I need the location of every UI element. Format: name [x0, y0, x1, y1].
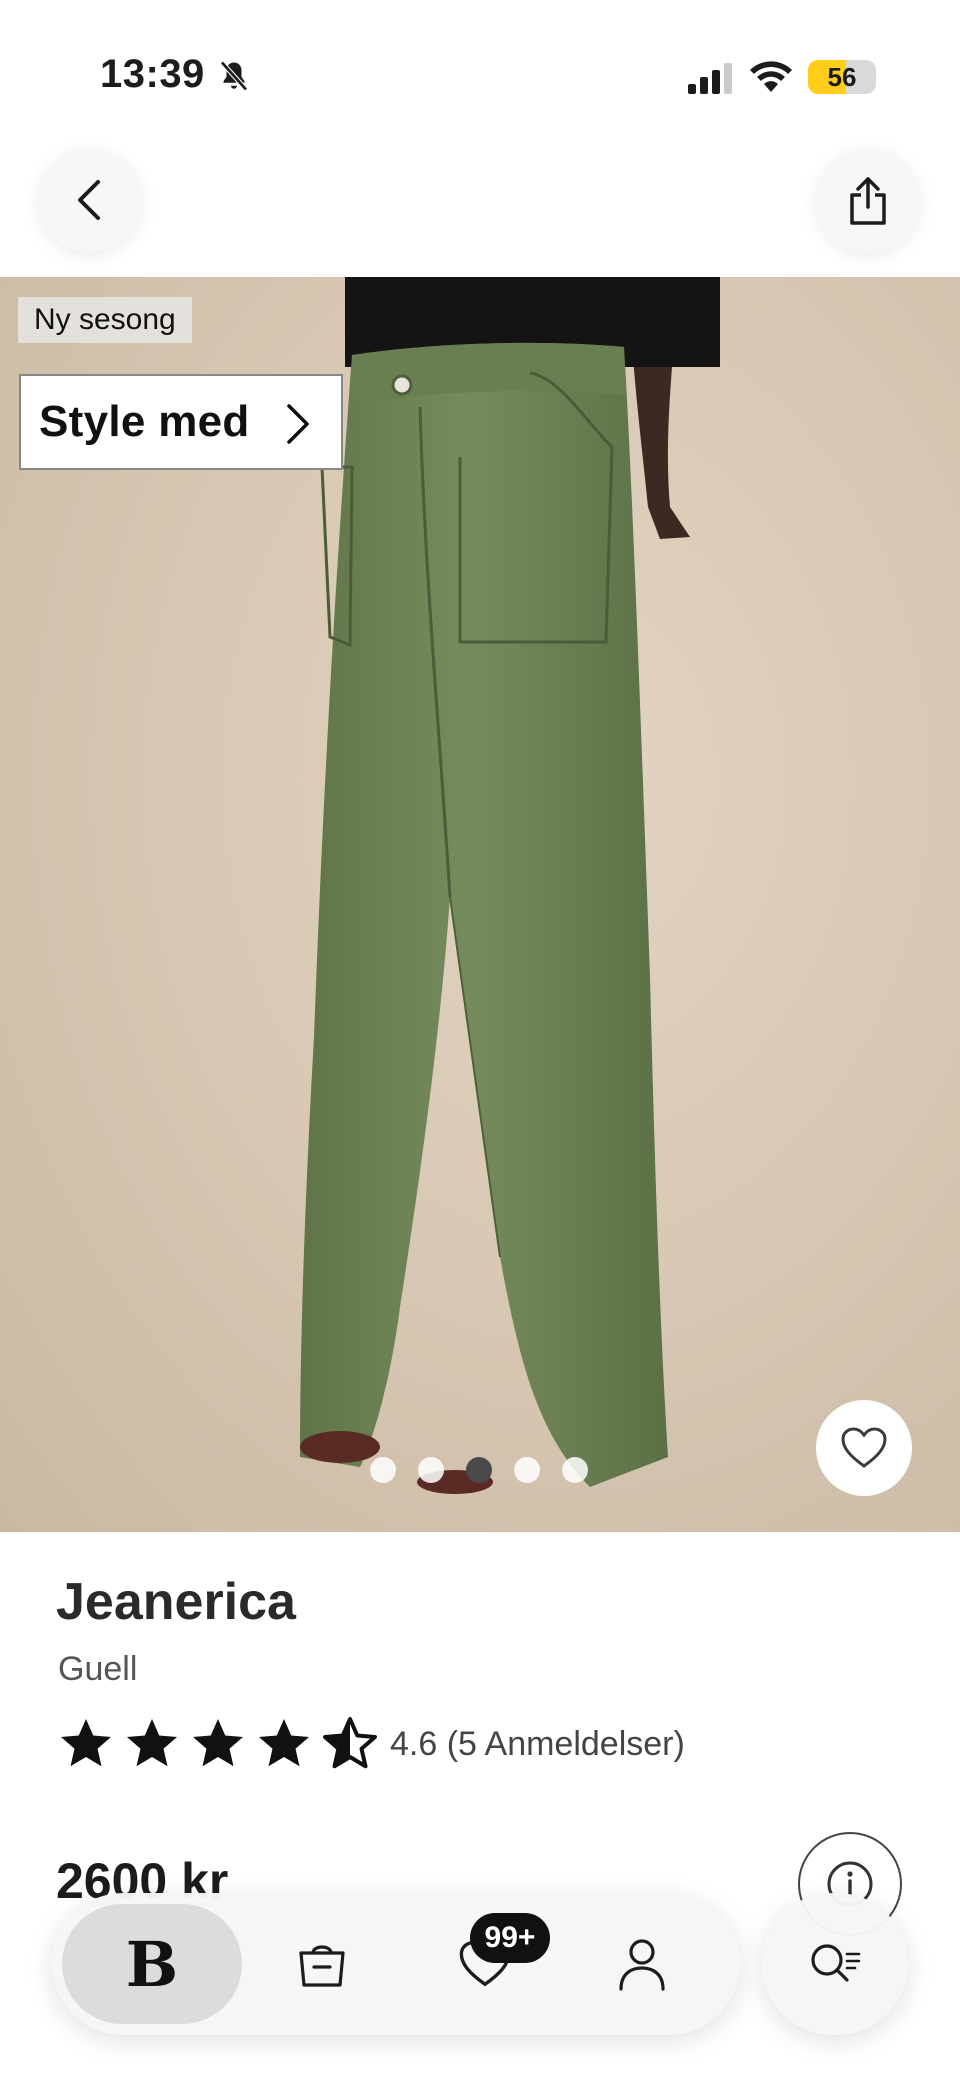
style-with-label: Style med: [39, 397, 250, 446]
carousel-dot[interactable]: [418, 1457, 444, 1483]
back-button[interactable]: [38, 148, 142, 252]
battery-level: 56: [827, 61, 857, 92]
carousel-indicator[interactable]: [370, 1457, 588, 1483]
person-icon: [619, 1939, 665, 1991]
carousel-dot[interactable]: [514, 1457, 540, 1483]
star-full-icon: [193, 1719, 243, 1767]
carousel-dot[interactable]: [370, 1457, 396, 1483]
product-image-carousel[interactable]: Ny sesong Style med: [0, 277, 960, 1532]
product-brand[interactable]: Jeanerica: [56, 1572, 296, 1632]
wifi-icon: [750, 61, 792, 92]
new-season-badge: Ny sesong: [18, 297, 192, 343]
carousel-dot[interactable]: [466, 1457, 492, 1483]
search-list-icon: [811, 1944, 861, 1982]
star-full-icon: [259, 1719, 309, 1767]
bell-slash-icon: [220, 60, 248, 92]
carousel-dot[interactable]: [562, 1457, 588, 1483]
share-button[interactable]: [816, 148, 920, 252]
share-icon: [850, 177, 886, 225]
search-button[interactable]: [762, 1893, 908, 2035]
heart-outline-icon: [841, 1427, 887, 1468]
chevron-left-icon: [78, 180, 100, 220]
home-logo: B: [125, 1927, 179, 2001]
bottom-tab-bar: B 99+: [52, 1893, 740, 2035]
product-color: Guell: [58, 1650, 138, 1688]
star-full-icon: [127, 1719, 177, 1767]
style-with-button[interactable]: Style med: [19, 374, 343, 470]
tab-home[interactable]: B: [62, 1904, 242, 2024]
rating-row[interactable]: 4.6 (5 Anmeldelser): [56, 1714, 685, 1774]
tab-bag[interactable]: [272, 1904, 372, 2024]
star-half-icon: [323, 1717, 377, 1769]
cellular-signal-icon: [688, 63, 732, 94]
battery-icon: 56: [808, 60, 876, 94]
rating-text: 4.6 (5 Anmeldelser): [390, 1724, 685, 1763]
favorite-button[interactable]: [816, 1400, 912, 1496]
bag-icon: [299, 1945, 345, 1987]
favorites-count-badge: 99+: [470, 1913, 550, 1963]
status-time: 13:39: [100, 52, 205, 96]
status-bar: 13:39 56: [0, 0, 960, 140]
star-full-icon: [61, 1719, 111, 1767]
tab-profile[interactable]: [592, 1904, 692, 2024]
chevron-right-icon: [287, 404, 309, 444]
